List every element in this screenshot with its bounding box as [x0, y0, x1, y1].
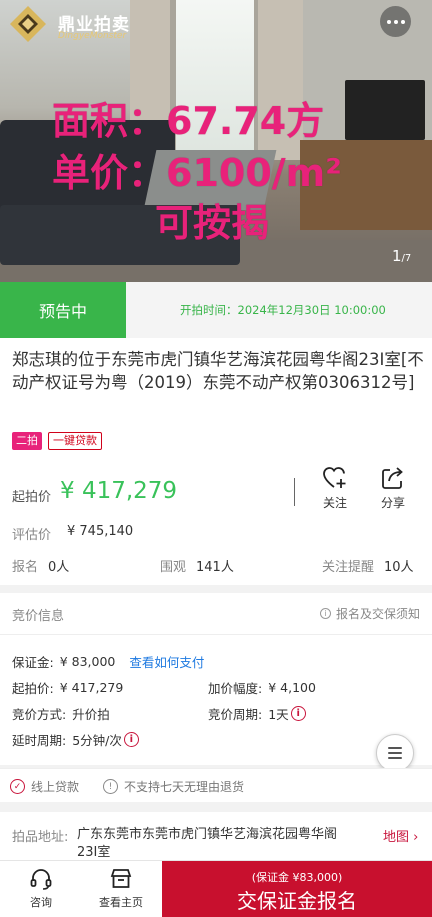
loan-badge[interactable]: 一键贷款 [48, 432, 102, 450]
share-icon [382, 467, 403, 489]
increment-value: ¥ 4,100 [268, 680, 316, 695]
period-info-icon[interactable]: i [290, 706, 306, 721]
method-row: 竞价方式: 升价拍 [12, 704, 110, 723]
overlay-mortgage-text: 可按揭 [155, 201, 270, 245]
view-home-button[interactable]: 查看主页 [94, 867, 148, 910]
start-price-label: 起拍价 [12, 490, 52, 505]
floating-menu-button[interactable] [376, 734, 414, 772]
delay-label: 延时周期: [12, 733, 67, 748]
deposit-label: 保证金: [12, 655, 54, 670]
menu-line-icon [388, 752, 402, 754]
deposit-value: ¥ 83,000 [59, 654, 116, 669]
delay-row: 延时周期: 5分钟/次 i [12, 730, 139, 749]
brand-mark-icon [10, 6, 46, 42]
increment-label: 加价幅度: [208, 681, 263, 696]
increment-row: 加价幅度: ¥ 4,100 [208, 678, 316, 697]
notice-link[interactable]: i 报名及交保须知 [319, 605, 420, 622]
start-time: 开拍时间：2024年12月30日 10:00:00 [180, 303, 386, 317]
listing-badges: 二拍 一键贷款 [12, 432, 102, 450]
period-label: 竞价周期: [208, 707, 263, 722]
dot-icon [386, 19, 391, 24]
bidding-details: 保证金: ¥ 83,000 查看如何支付 起拍价: ¥ 417,279 加价幅度… [0, 635, 432, 765]
dot-icon [400, 19, 405, 24]
store-icon [110, 869, 132, 888]
pay-deposit-signup-button[interactable]: (保证金 ¥83,000) 交保证金报名 [162, 861, 432, 917]
follow-button[interactable]: 关注 [315, 466, 355, 511]
online-loan-label: 线上贷款 [31, 780, 80, 794]
check-circle-icon: ✓ [10, 779, 25, 794]
online-loan-tag: ✓ 线上贷款 [10, 778, 79, 795]
method-label: 竞价方式: [12, 707, 67, 722]
menu-line-icon [388, 747, 402, 749]
address-label: 拍品地址: [12, 830, 69, 845]
consult-label: 咨询 [30, 896, 52, 909]
bidding-title: 竞价信息 [12, 609, 65, 624]
consult-button[interactable]: 咨询 [24, 867, 58, 910]
remind-count: 关注提醒 10人 [322, 560, 414, 575]
address-section: 拍品地址: 广东东莞市东莞市虎门镇华艺海滨花园粤华阁23I室 地图 › [0, 812, 432, 860]
menu-line-icon [388, 757, 402, 759]
brand-logo: 鼎业拍卖 DingyeMonster [8, 4, 148, 44]
info-circle-icon: ! [103, 779, 118, 794]
overlay-price-text: 单价：6100/m² [52, 151, 342, 195]
address-value: 广东东莞市东莞市虎门镇华艺海滨花园粤华阁23I室 [77, 827, 338, 860]
deposit-row: 保证金: ¥ 83,000 查看如何支付 [12, 652, 204, 671]
map-link[interactable]: 地图 › [383, 826, 418, 845]
no-return-label: 不支持七天无理由退货 [124, 780, 245, 794]
start-price-row: 起拍价: ¥ 417,279 [12, 678, 123, 697]
chevron-right-icon: › [413, 830, 419, 845]
period-value: 1天 [268, 707, 289, 722]
bottom-action-bar: 咨询 查看主页 (保证金 ¥83,000) 交保证金报名 [0, 860, 432, 917]
more-options-button[interactable] [380, 6, 411, 37]
headset-icon [30, 869, 52, 890]
service-tags: ✓ 线上贷款 ! 不支持七天无理由退货 [0, 768, 432, 802]
overlay-area-text: 面积：67.74方 [52, 99, 325, 143]
listing-card: 郑志琪的位于东莞市虎门镇华艺海滨花园粤华阁23I室[不动产权证号为粤（2019）… [0, 338, 432, 585]
share-label: 分享 [380, 496, 405, 510]
signup-count: 报名 0人 [12, 560, 70, 575]
appraise-label: 评估价 [12, 528, 52, 543]
divider [294, 478, 295, 506]
auction-status-bar: 预告中 开拍时间：2024年12月30日 10:00:00 [0, 282, 432, 338]
delay-info-icon[interactable]: i [123, 732, 139, 747]
period-row: 竞价周期: 1天 i [208, 704, 306, 723]
start-value: ¥ 417,279 [59, 680, 124, 695]
follow-label: 关注 [322, 496, 347, 510]
status-badge: 预告中 [0, 282, 126, 338]
view-home-label: 查看主页 [99, 896, 143, 909]
share-button[interactable]: 分享 [373, 466, 413, 511]
notice-label: 报名及交保须知 [335, 607, 420, 621]
info-icon: i [319, 608, 331, 619]
start-price-value: ¥ 417,279 [60, 478, 178, 504]
delay-value: 5分钟/次 [72, 733, 122, 748]
dot-icon [393, 19, 398, 24]
brand-sub: DingyeMonster [58, 31, 127, 41]
how-to-pay-link[interactable]: 查看如何支付 [129, 652, 204, 671]
round-badge: 二拍 [12, 432, 42, 450]
no-return-tag: ! 不支持七天无理由退货 [103, 778, 244, 795]
hero-photo[interactable]: 鼎业拍卖 DingyeMonster 面积：67.74方 单价：6100/m² … [0, 0, 432, 282]
cta-deposit-amount: (保证金 ¥83,000) [251, 871, 343, 884]
photo-counter: 1/7 [392, 247, 412, 265]
start-label: 起拍价: [12, 681, 54, 696]
appraise-value: ¥ 745,140 [67, 524, 134, 539]
heart-plus-icon [323, 467, 346, 488]
method-value: 升价拍 [72, 707, 110, 722]
cta-label: 交保证金报名 [237, 889, 357, 913]
watch-count: 围观 141人 [160, 560, 234, 575]
listing-title: 郑志琪的位于东莞市虎门镇华艺海滨花园粤华阁23I室[不动产权证号为粤（2019）… [12, 350, 424, 392]
bidding-header: 竞价信息 i 报名及交保须知 [0, 593, 432, 635]
